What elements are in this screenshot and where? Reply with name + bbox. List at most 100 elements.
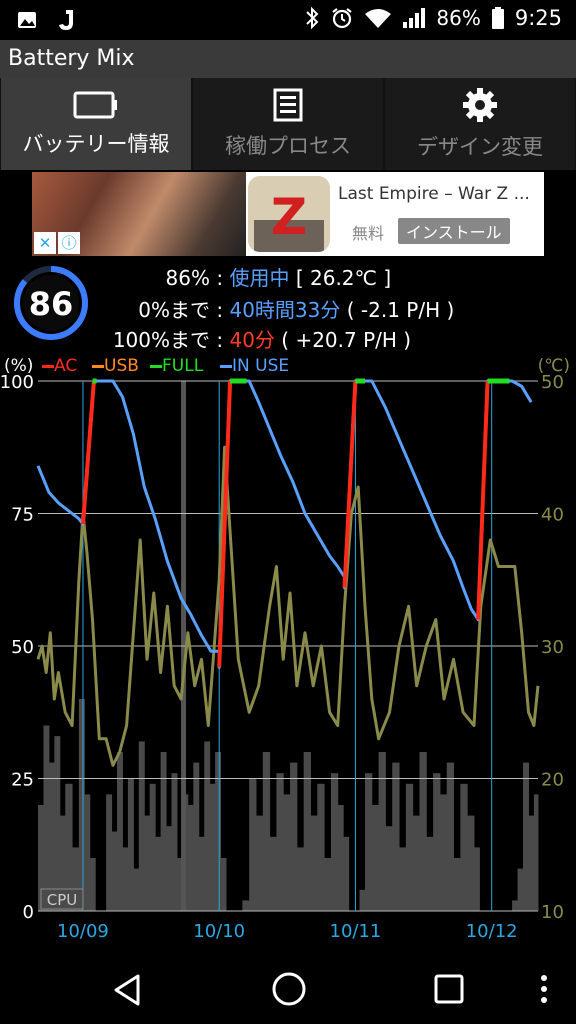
- cpu-bar: [467, 815, 475, 911]
- cpu-bar: [220, 858, 227, 911]
- time-to-full-value: 40分: [229, 328, 275, 352]
- x-tick-label: 10/09: [57, 921, 109, 942]
- charge-rate: ( +20.7 P/H ): [281, 328, 412, 352]
- separator: :: [216, 298, 224, 322]
- tab-label: バッテリー情報: [22, 132, 170, 156]
- navigation-bar: [0, 954, 576, 1024]
- cpu-bar: [426, 836, 434, 911]
- cpu-bar: [290, 762, 298, 911]
- app-bar: Battery Mix: [0, 40, 576, 78]
- close-icon[interactable]: ✕: [34, 232, 56, 254]
- battery-status-text: 使用中: [229, 266, 290, 290]
- ad-badges: ✕ ⓘ: [34, 232, 80, 254]
- cpu-bar: [54, 736, 61, 911]
- cpu-bar: [84, 794, 91, 911]
- cpu-bar: [155, 836, 162, 911]
- tab-bar: バッテリー情報 稼働プロセス デザイン変更: [0, 78, 576, 170]
- separator: :: [216, 266, 224, 290]
- y-right-tick-label: 10: [541, 902, 564, 923]
- time-to-full-label: 100%まで: [112, 328, 210, 352]
- tab-battery-info[interactable]: バッテリー情報: [1, 78, 191, 170]
- legend-item-ac: AC: [42, 356, 77, 376]
- app-title: Battery Mix: [8, 46, 135, 71]
- y-left-tick-label: 0: [23, 902, 34, 923]
- cpu-bar: [89, 858, 96, 911]
- battery-icon: [73, 91, 117, 119]
- battery-status-row: 86% : 使用中 [ 26.2℃ ]: [112, 262, 576, 291]
- cpu-bar: [453, 858, 461, 911]
- y-left-tick-label: 50: [11, 637, 34, 658]
- cpu-bar: [433, 773, 441, 911]
- cpu-bar: [283, 794, 291, 911]
- overflow-menu-icon[interactable]: [534, 972, 554, 1006]
- x-tick-label: 10/11: [330, 921, 382, 942]
- image-icon: [18, 12, 36, 28]
- ad-install-button[interactable]: インストール: [398, 218, 510, 244]
- ad-banner[interactable]: ✕ ⓘ Z Last Empire – War Z ... 無料 インストール: [32, 172, 544, 256]
- cpu-bar: [171, 773, 178, 911]
- cpu-bar: [446, 762, 455, 911]
- time-to-empty-label: 0%まで: [138, 298, 210, 322]
- wifi-icon: [365, 9, 392, 28]
- cpu-bar: [523, 762, 529, 911]
- cpu-bar: [364, 773, 373, 911]
- y-right-tick-label: 40: [541, 505, 564, 526]
- cpu-bar: [512, 900, 519, 911]
- tab-label: 稼働プロセス: [225, 134, 351, 158]
- cpu-bar: [392, 762, 400, 911]
- cpu-bar: [204, 741, 211, 911]
- y-left-tick-label: 100: [0, 375, 34, 393]
- cpu-bar: [249, 778, 257, 911]
- cpu-bar: [405, 783, 414, 911]
- cpu-bar: [78, 699, 85, 911]
- tab-design-settings[interactable]: デザイン変更: [385, 78, 575, 170]
- cpu-bar: [255, 815, 264, 911]
- cpu-bar: [149, 783, 156, 911]
- status-time: 9:25: [514, 6, 562, 30]
- time-to-empty-value: 40時間33分: [229, 298, 341, 322]
- cpu-bar: [215, 752, 222, 911]
- separator: :: [216, 328, 224, 352]
- cpu-bar: [138, 741, 145, 911]
- legend-item-usb: USB: [92, 356, 139, 376]
- status-bar: 86% 9:25: [0, 0, 576, 40]
- battery-percent-text: 86%: [165, 266, 210, 290]
- cpu-bar: [187, 805, 194, 911]
- cpu-bar: [343, 836, 350, 911]
- cpu-bar: [303, 752, 311, 911]
- cpu-bar: [517, 868, 524, 911]
- y-left-tick-label: 25: [11, 770, 34, 791]
- cpu-bar: [122, 847, 129, 911]
- ad-price: 無料: [352, 224, 385, 243]
- home-icon[interactable]: [270, 970, 308, 1008]
- cpu-bar: [330, 773, 339, 911]
- tab-running-processes[interactable]: 稼働プロセス: [193, 78, 383, 170]
- signal-icon: [403, 8, 426, 28]
- cpu-bar: [160, 752, 167, 911]
- gear-icon: [463, 88, 497, 122]
- cpu-bar: [127, 778, 134, 911]
- cpu-bar: [528, 815, 535, 911]
- cpu-bar: [419, 752, 427, 911]
- info-icon[interactable]: ⓘ: [58, 232, 80, 254]
- ad-app-icon[interactable]: Z: [248, 176, 330, 252]
- recents-icon[interactable]: [432, 972, 466, 1006]
- cpu-bar: [111, 831, 118, 911]
- cpu-bar: [378, 752, 386, 911]
- cpu-bar: [324, 858, 332, 911]
- cpu-bar: [269, 836, 277, 911]
- x-tick-label: 10/12: [466, 921, 518, 942]
- cpu-bar: [399, 847, 407, 911]
- left-axis-unit: (%): [4, 356, 34, 376]
- battery-history-chart[interactable]: 0 10 25 20 50 30 75 40 100 50 10/09 10/10 10/11 10/12…: [0, 375, 576, 950]
- x-tick-label: 10/10: [193, 921, 245, 942]
- bluetooth-icon: [306, 6, 319, 30]
- cpu-bar: [166, 826, 173, 911]
- cpu-bar: [209, 783, 216, 911]
- cpu-bar: [276, 773, 284, 911]
- cpu-bar: [412, 815, 420, 911]
- back-icon[interactable]: [110, 972, 146, 1008]
- cpu-bar: [310, 815, 318, 911]
- cpu-bar: [371, 805, 380, 911]
- time-to-empty-row: 0%まで : 40時間33分 ( -2.1 P/H ): [112, 294, 576, 323]
